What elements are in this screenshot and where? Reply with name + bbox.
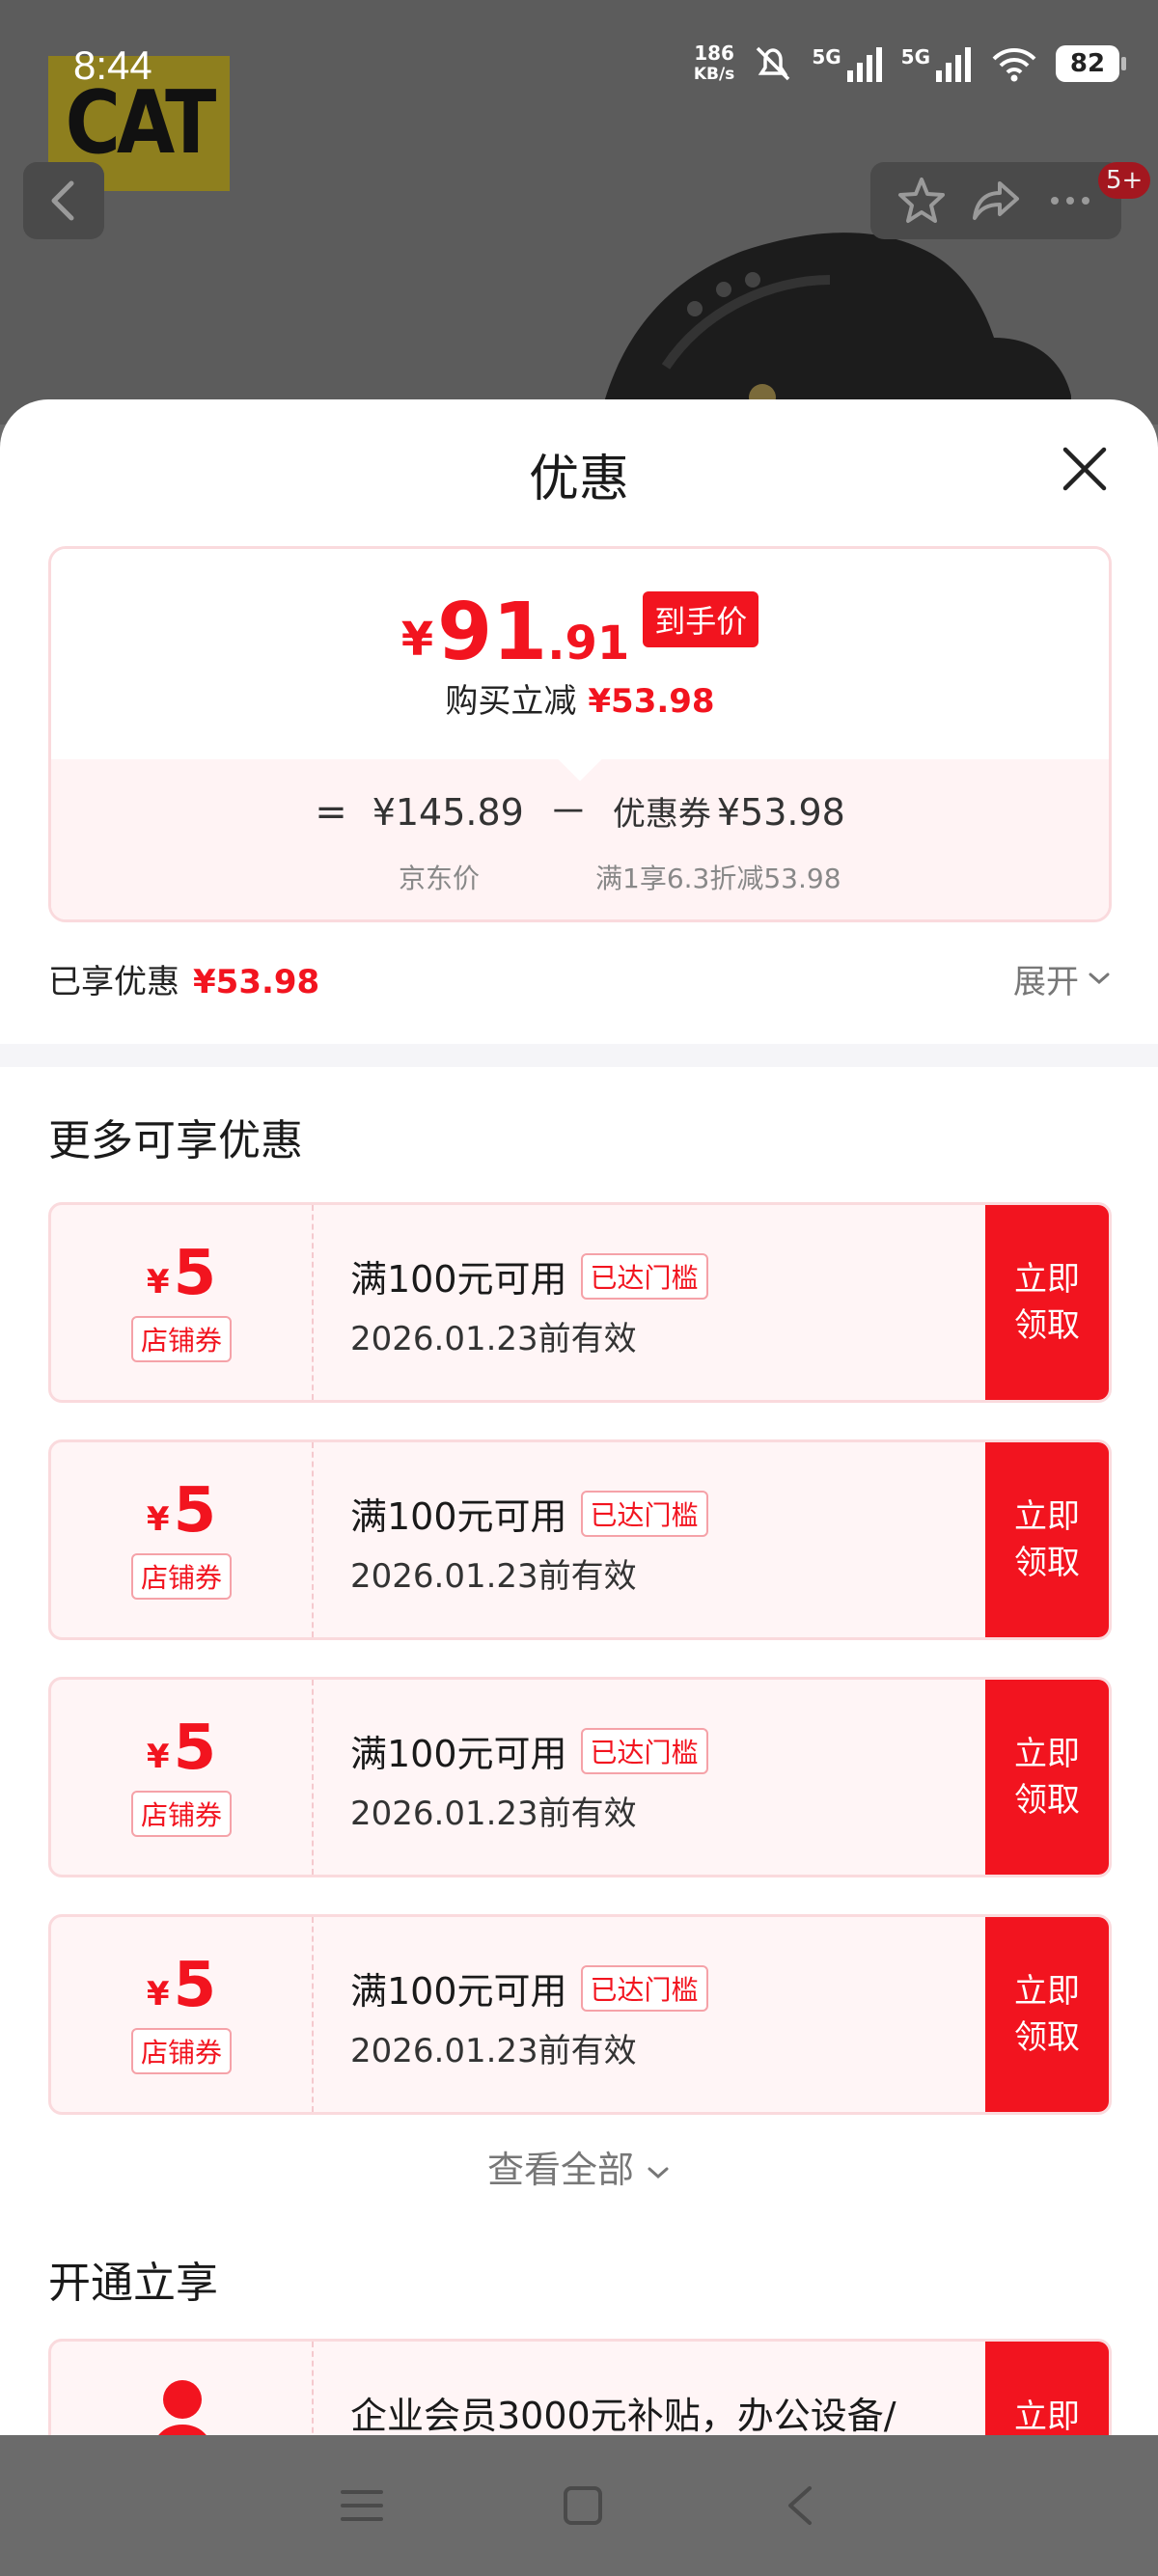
chevron-left-icon <box>51 180 74 221</box>
coupon-card: ¥5 店铺券 满100元可用 已达门槛 2026.01.23前有效 立即领取 <box>48 1439 1112 1640</box>
signal-sim1: 5G <box>812 45 883 82</box>
battery-indicator: 82 <box>1056 45 1126 82</box>
coupon-expiry: 2026.01.23前有效 <box>350 1320 637 1358</box>
coupon-condition: 满100元可用 <box>350 1258 567 1301</box>
status-icons: 186 KB/s 5G 5G 82 <box>693 41 1126 85</box>
claim-coupon-button[interactable]: 立即领取 <box>985 1917 1109 2112</box>
signal-sim2: 5G <box>901 45 973 82</box>
section-divider <box>0 1044 1158 1067</box>
share-icon[interactable] <box>969 174 1023 228</box>
threshold-reached-tag: 已达门槛 <box>580 1252 708 1300</box>
chevron-down-icon <box>1089 973 1110 985</box>
coupon-type-tag: 店铺券 <box>130 1553 232 1600</box>
status-time: 8:44 <box>73 42 152 88</box>
threshold-reached-tag: 已达门槛 <box>580 1727 708 1774</box>
expand-button[interactable]: 展开 <box>1013 955 1112 1002</box>
more-discounts-title: 更多可享优惠 <box>48 1116 303 1165</box>
member-benefit-text: 企业会员3000元补贴，办公设备/ <box>350 2395 896 2435</box>
view-all-button[interactable]: 查看全部 <box>0 2140 1158 2193</box>
enjoyed-discount-row: 已享优惠 ¥53.98 展开 <box>48 951 1112 1005</box>
enjoyed-label: 已享优惠 <box>48 962 179 1001</box>
discount-sheet: 优惠 ¥ 91 .91 到手价 购买立减 ¥53.98 = ¥145.89 － 优… <box>0 399 1158 2435</box>
coupon-type-tag: 店铺券 <box>130 1316 232 1362</box>
coupon-info: 满100元可用 已达门槛 2026.01.23前有效 <box>350 1487 708 1597</box>
member-benefit-card: 企业会员3000元补贴，办公设备/ 立即 <box>48 2339 1112 2435</box>
coupon-condition: 满100元可用 <box>350 1495 567 1538</box>
mute-bell-icon <box>757 46 790 81</box>
coupon-amount: ¥5 <box>146 1475 217 1547</box>
coupon-info: 满100元可用 已达门槛 2026.01.23前有效 <box>350 1724 708 1834</box>
coupon-type-tag: 店铺券 <box>130 2028 232 2074</box>
back-button[interactable] <box>23 162 104 239</box>
claim-coupon-button[interactable]: 立即领取 <box>985 1680 1109 1875</box>
person-icon <box>158 2380 207 2435</box>
coupon-caption: 满1享6.3折减53.98 <box>595 863 841 894</box>
coupon-condition: 满100元可用 <box>350 1970 567 2013</box>
final-price: ¥ 91 .91 到手价 <box>51 591 1109 672</box>
open-section-title: 开通立享 <box>48 2259 218 2308</box>
sheet-title: 优惠 <box>528 451 629 508</box>
coupon-condition: 满100元可用 <box>350 1733 567 1775</box>
coupon-value-block: ¥5 店铺券 <box>51 1205 314 1400</box>
coupon-type-tag: 店铺券 <box>130 1791 232 1837</box>
star-icon[interactable] <box>895 174 949 228</box>
price-breakdown-card: ¥ 91 .91 到手价 购买立减 ¥53.98 = ¥145.89 － 优惠券 ¥… <box>48 546 1112 922</box>
coupon-amount: ¥5 <box>146 1713 217 1784</box>
member-open-button[interactable]: 立即 <box>985 2342 1109 2435</box>
threshold-reached-tag: 已达门槛 <box>580 1490 708 1537</box>
price-formula-row: = ¥145.89 － 优惠券 ¥53.98 <box>315 790 845 835</box>
more-icon[interactable] <box>1043 174 1097 228</box>
coupon-card: ¥5 店铺券 满100元可用 已达门槛 2026.01.23前有效 立即领取 <box>48 1914 1112 2115</box>
coupon-amount: ¥5 <box>146 1950 217 2021</box>
coupon-value: ¥53.98 <box>716 791 845 834</box>
price-summary: ¥ 91 .91 到手价 购买立减 ¥53.98 <box>51 549 1109 759</box>
coupon-card: ¥5 店铺券 满100元可用 已达门槛 2026.01.23前有效 立即领取 <box>48 1202 1112 1403</box>
final-price-badge: 到手价 <box>643 591 759 647</box>
system-nav-bar <box>0 2435 1158 2576</box>
jd-price: ¥145.89 <box>372 791 524 834</box>
coupon-info: 满100元可用 已达门槛 2026.01.23前有效 <box>350 1249 708 1359</box>
coupon-expiry: 2026.01.23前有效 <box>350 1795 637 1833</box>
top-action-bar <box>870 162 1121 239</box>
signal-bars-icon <box>936 47 971 82</box>
close-icon[interactable] <box>1058 442 1112 496</box>
coupon-amount: ¥5 <box>146 1238 217 1309</box>
wifi-icon <box>992 48 1036 82</box>
coupon-expiry: 2026.01.23前有效 <box>350 1557 637 1596</box>
claim-coupon-button[interactable]: 立即领取 <box>985 1205 1109 1400</box>
coupon-value-block: ¥5 店铺券 <box>51 1917 314 2112</box>
coupon-expiry: 2026.01.23前有效 <box>350 2032 637 2070</box>
threshold-reached-tag: 已达门槛 <box>580 1964 708 2012</box>
coupon-value-block: ¥5 店铺券 <box>51 1680 314 1875</box>
menu-icon[interactable] <box>339 2486 385 2525</box>
network-speed: 186 KB/s <box>693 41 735 84</box>
message-count-badge: 5+ <box>1098 162 1151 199</box>
status-bar: 8:44 186 KB/s 5G 5G 82 <box>0 0 1158 125</box>
enjoyed-value: ¥53.98 <box>193 962 320 1001</box>
home-icon[interactable] <box>562 2484 604 2527</box>
signal-bars-icon <box>846 47 882 82</box>
back-icon[interactable] <box>781 2482 819 2529</box>
jd-price-caption: 京东价 <box>399 863 481 894</box>
coupon-label: 优惠券 <box>612 795 711 834</box>
coupon-card: ¥5 店铺券 满100元可用 已达门槛 2026.01.23前有效 立即领取 <box>48 1677 1112 1877</box>
coupon-info: 满100元可用 已达门槛 2026.01.23前有效 <box>350 1961 708 2071</box>
chevron-down-icon <box>648 2167 669 2179</box>
coupon-value-block: ¥5 店铺券 <box>51 1442 314 1637</box>
instant-reduce: 购买立减 ¥53.98 <box>445 682 715 721</box>
claim-coupon-button[interactable]: 立即领取 <box>985 1442 1109 1637</box>
